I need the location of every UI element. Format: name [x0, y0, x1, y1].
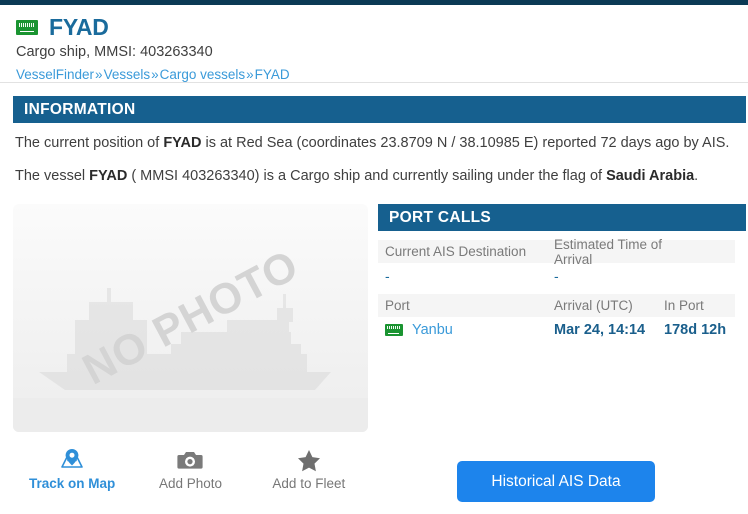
- track-on-map-label: Track on Map: [29, 476, 116, 491]
- info-p2-flag-country: Saudi Arabia: [606, 168, 695, 184]
- port-calls-header-row: Port Arrival (UTC) In Port: [378, 294, 735, 317]
- breadcrumb-separator: »: [246, 67, 254, 82]
- star-icon: [297, 446, 321, 474]
- water-area: [13, 398, 368, 432]
- port-cell: Yanbu: [378, 322, 554, 338]
- saudi-arabia-flag-icon: [385, 324, 403, 336]
- breadcrumb-item-cargo-vessels[interactable]: Cargo vessels: [160, 67, 246, 82]
- table-row: Yanbu Mar 24, 14:14 178d 12h: [378, 317, 735, 343]
- information-paragraph-position: The current position of FYAD is at Red S…: [15, 134, 730, 154]
- header-divider: [0, 82, 748, 83]
- track-on-map-button[interactable]: Track on Map: [13, 446, 131, 491]
- column-header-eta: Estimated Time of Arrival: [554, 236, 663, 267]
- vessel-action-row: Track on Map Add Photo Add to Fleet: [13, 446, 368, 491]
- info-p2-text-b: ( MMSI 403263340) is a Cargo ship and cu…: [127, 168, 607, 184]
- vessel-photo-placeholder: NO PHOTO: [13, 204, 368, 432]
- value-eta: -: [554, 268, 559, 284]
- value-arrival: Mar 24, 14:14: [554, 322, 646, 338]
- breadcrumb-item-fyad[interactable]: FYAD: [255, 67, 290, 82]
- information-section-header: INFORMATION: [13, 96, 746, 123]
- info-p1-vessel-name: FYAD: [163, 135, 202, 151]
- information-paragraph-flag: The vessel FYAD ( MMSI 403263340) is a C…: [15, 167, 730, 187]
- port-calls-section-header: PORT CALLS: [378, 204, 746, 231]
- add-photo-label: Add Photo: [158, 476, 223, 491]
- information-section-title: INFORMATION: [24, 100, 136, 118]
- breadcrumb-separator: »: [151, 67, 159, 82]
- port-link-yanbu[interactable]: Yanbu: [412, 322, 453, 338]
- add-to-fleet-label: Add to Fleet: [272, 476, 346, 491]
- breadcrumb-separator: »: [95, 67, 103, 82]
- add-to-fleet-button[interactable]: Add to Fleet: [250, 446, 368, 491]
- value-in-port: 178d 12h: [664, 322, 727, 338]
- page-header: FYAD Cargo ship, MMSI: 403263340 VesselF…: [0, 5, 748, 82]
- column-header-port: Port: [385, 298, 410, 313]
- info-p2-vessel-name: FYAD: [89, 168, 128, 184]
- info-p1-text-a: The current position of: [15, 135, 164, 151]
- vessel-subtitle: Cargo ship, MMSI: 403263340: [16, 44, 213, 60]
- page-title: FYAD: [49, 14, 109, 40]
- add-photo-button[interactable]: Add Photo: [131, 446, 249, 491]
- info-p2-text-a: The vessel: [15, 168, 90, 184]
- column-header-current-ais-destination: Current AIS Destination: [385, 244, 527, 259]
- breadcrumb-item-vessels[interactable]: Vessels: [104, 67, 151, 82]
- info-p1-text-b: is at Red Sea (coordinates 23.8709 N / 3…: [201, 135, 730, 151]
- vessel-title-row: FYAD: [0, 5, 748, 41]
- camera-icon: [177, 446, 204, 474]
- column-header-arrival: Arrival (UTC): [554, 298, 633, 313]
- ais-destination-header-row: Current AIS Destination Estimated Time o…: [378, 237, 735, 267]
- value-current-ais-destination: -: [385, 268, 390, 284]
- breadcrumb-item-vesselfinder[interactable]: VesselFinder: [16, 67, 94, 82]
- breadcrumb: VesselFinder»Vessels»Cargo vessels»FYAD: [0, 60, 748, 82]
- historical-ais-data-button[interactable]: Historical AIS Data: [457, 461, 655, 502]
- map-pin-icon: [59, 446, 85, 474]
- port-calls-section-title: PORT CALLS: [389, 208, 492, 226]
- info-p2-text-c: .: [694, 168, 699, 184]
- ais-destination-value-row: - -: [378, 263, 735, 289]
- ais-destination-table: Current AIS Destination Estimated Time o…: [378, 237, 735, 289]
- saudi-arabia-flag-icon: [16, 20, 38, 35]
- port-calls-table: Port Arrival (UTC) In Port Yanbu Mar 24,…: [378, 294, 735, 343]
- column-header-in-port: In Port: [664, 298, 704, 313]
